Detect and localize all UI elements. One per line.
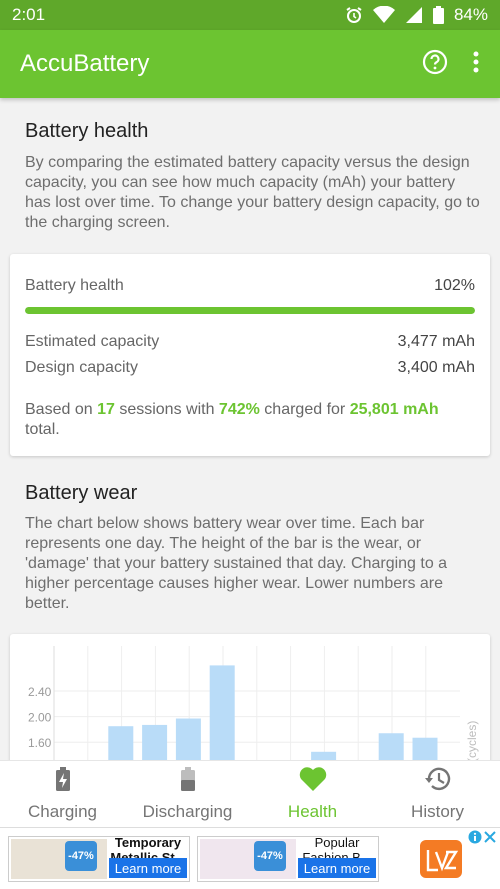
- ad-learn-more-button[interactable]: Learn more: [298, 858, 376, 878]
- sessions-percent: 742%: [218, 401, 260, 418]
- tab-history-label: History: [411, 801, 464, 821]
- sessions-suffix: total.: [25, 421, 60, 438]
- y-tick-label: 1.60: [28, 736, 52, 750]
- y-tick-label: 2.00: [28, 711, 52, 725]
- sessions-count: 17: [97, 401, 115, 418]
- design-capacity-label: Design capacity: [25, 359, 138, 376]
- battery-percent: 84%: [453, 5, 488, 24]
- wifi-icon: [372, 6, 395, 24]
- tab-health-label: Health: [287, 801, 338, 821]
- wear-bar: [108, 726, 134, 760]
- sessions-summary: Based on 17 sessions with 742% charged f…: [25, 400, 470, 440]
- design-capacity-row: Design capacity 3,400 mAh: [25, 359, 475, 377]
- app-bar: AccuBattery: [0, 30, 500, 98]
- sessions-mah: 25,801 mAh: [349, 401, 439, 418]
- alarm-icon: [345, 6, 363, 24]
- health-progress-fill: [25, 307, 475, 314]
- battery-icon: [432, 6, 444, 24]
- ad-close-icon[interactable]: [483, 830, 497, 849]
- status-bar: 2:01 84%: [0, 0, 500, 30]
- battery-wear-description: The chart below shows battery wear over …: [25, 515, 448, 612]
- tab-charging[interactable]: Charging: [0, 761, 125, 827]
- tab-discharging-label: Discharging: [142, 801, 233, 821]
- health-content[interactable]: Battery health By comparing the estimate…: [0, 98, 500, 760]
- battery-charging-icon: [55, 766, 70, 796]
- history-icon: [424, 767, 451, 796]
- tab-health[interactable]: Health: [250, 761, 375, 827]
- ad-discount-badge: -47%: [65, 841, 97, 871]
- wear-bar: [378, 733, 404, 760]
- tab-charging-label: Charging: [28, 801, 97, 821]
- sessions-prefix: Based on: [25, 401, 93, 418]
- y-axis-label: ar (cycles): [465, 721, 479, 760]
- estimated-capacity-row: Estimated capacity 3,477 mAh: [25, 333, 475, 351]
- battery-health-title: Battery health: [25, 120, 149, 142]
- battery-wear-chart-card: 1.201.602.002.40ar (cycles): [10, 634, 490, 760]
- health-label: Battery health: [25, 277, 124, 294]
- wear-bar: [311, 751, 337, 760]
- battery-wear-title: Battery wear: [25, 482, 138, 504]
- ad-discount-badge: -47%: [254, 841, 286, 871]
- sessions-charged: charged for: [264, 401, 346, 418]
- design-capacity-value: 3,400 mAh: [397, 359, 475, 376]
- wear-bar: [209, 665, 235, 760]
- tab-discharging[interactable]: Discharging: [125, 761, 250, 827]
- y-tick-label: 2.40: [28, 685, 52, 699]
- more-options-icon[interactable]: [472, 50, 480, 79]
- battery-wear-chart: 1.201.602.002.40ar (cycles): [28, 646, 479, 760]
- tab-history[interactable]: History: [375, 761, 500, 827]
- battery-health-description: By comparing the estimated battery capac…: [25, 154, 480, 231]
- battery-discharging-icon: [180, 766, 195, 796]
- sessions-middle: sessions with: [119, 401, 215, 418]
- ad-info-icon[interactable]: [468, 830, 482, 849]
- ad-learn-more-button[interactable]: Learn more: [109, 858, 187, 878]
- ad-item-1[interactable]: -47% Temporary Metallic St... Learn more: [8, 835, 190, 882]
- ad-title-line1: Temporary: [114, 835, 182, 850]
- app-title: AccuBattery: [20, 50, 150, 77]
- wear-bar: [142, 724, 168, 760]
- help-icon[interactable]: [422, 49, 448, 80]
- ad-banner[interactable]: -47% Temporary Metallic St... Learn more…: [0, 827, 500, 889]
- lazada-logo-icon[interactable]: [420, 840, 462, 883]
- battery-health-card: Battery health 102% Estimated capacity 3…: [10, 254, 490, 456]
- wear-bar: [412, 737, 438, 760]
- estimated-capacity-value: 3,477 mAh: [397, 333, 475, 350]
- status-time: 2:01: [12, 5, 46, 24]
- health-value: 102%: [434, 277, 475, 294]
- estimated-capacity-label: Estimated capacity: [25, 333, 160, 350]
- heart-icon: [299, 766, 327, 796]
- ad-title-line1: Popular: [314, 835, 360, 850]
- bottom-navigation: Charging Discharging Health History: [0, 760, 500, 827]
- signal-icon: [405, 6, 423, 24]
- wear-bar: [175, 718, 201, 760]
- health-progress-bar: [25, 307, 475, 314]
- health-row: Battery health 102%: [25, 277, 475, 295]
- ad-item-2[interactable]: -47% Popular Fashion B... Learn more: [197, 835, 379, 882]
